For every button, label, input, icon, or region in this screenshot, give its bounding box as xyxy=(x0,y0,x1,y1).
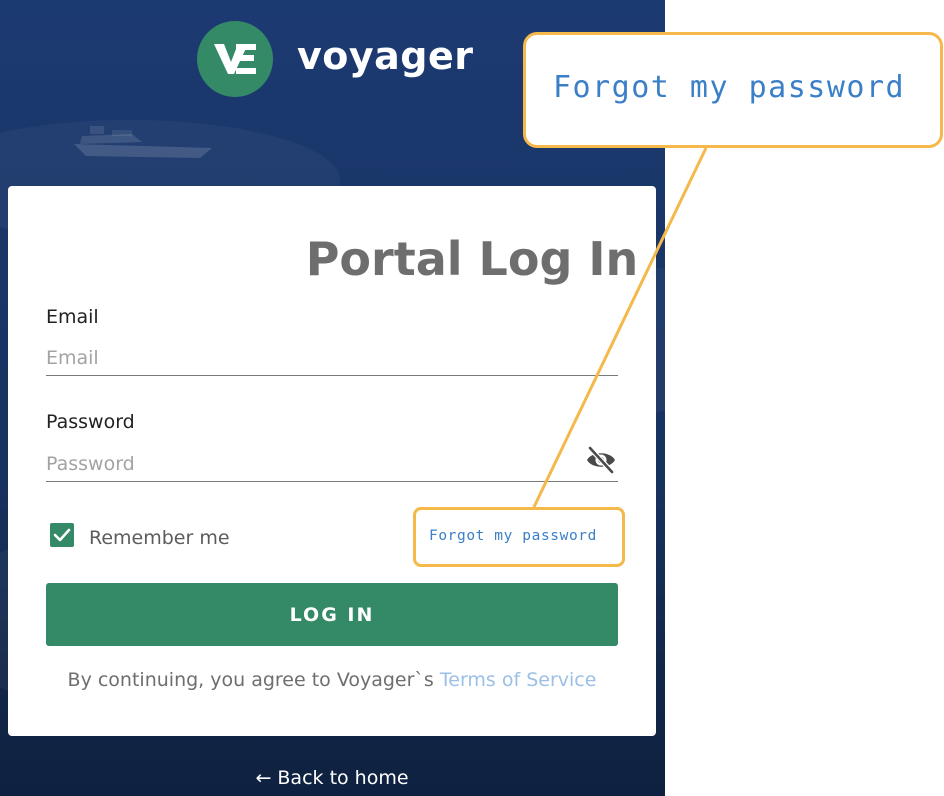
check-icon xyxy=(53,528,71,542)
back-to-home-link[interactable]: ← Back to home xyxy=(0,767,664,789)
eye-slash-icon[interactable] xyxy=(585,445,617,475)
page-title: Portal Log In xyxy=(305,232,639,286)
callout-text: Forgot my password xyxy=(553,70,906,105)
terms-notice: By continuing, you agree to Voyager`s Te… xyxy=(0,669,664,691)
login-button[interactable]: LOG IN xyxy=(46,583,618,646)
terms-of-service-link[interactable]: Terms of Service xyxy=(440,669,597,691)
email-field[interactable] xyxy=(46,340,618,376)
terms-prefix: By continuing, you agree to Voyager`s xyxy=(67,669,440,691)
page: voyager Portal Log In Email Password Rem… xyxy=(0,0,944,796)
brand-name: voyager xyxy=(297,34,474,78)
ship-illustration xyxy=(74,126,212,158)
voyager-logo-icon xyxy=(197,21,273,97)
password-label: Password xyxy=(46,411,135,433)
brand-header: voyager xyxy=(197,21,474,97)
remember-me-label: Remember me xyxy=(89,527,230,549)
password-field[interactable] xyxy=(46,446,618,482)
email-label: Email xyxy=(46,306,99,328)
forgot-password-highlight xyxy=(413,507,625,567)
remember-me-checkbox[interactable] xyxy=(50,523,74,547)
